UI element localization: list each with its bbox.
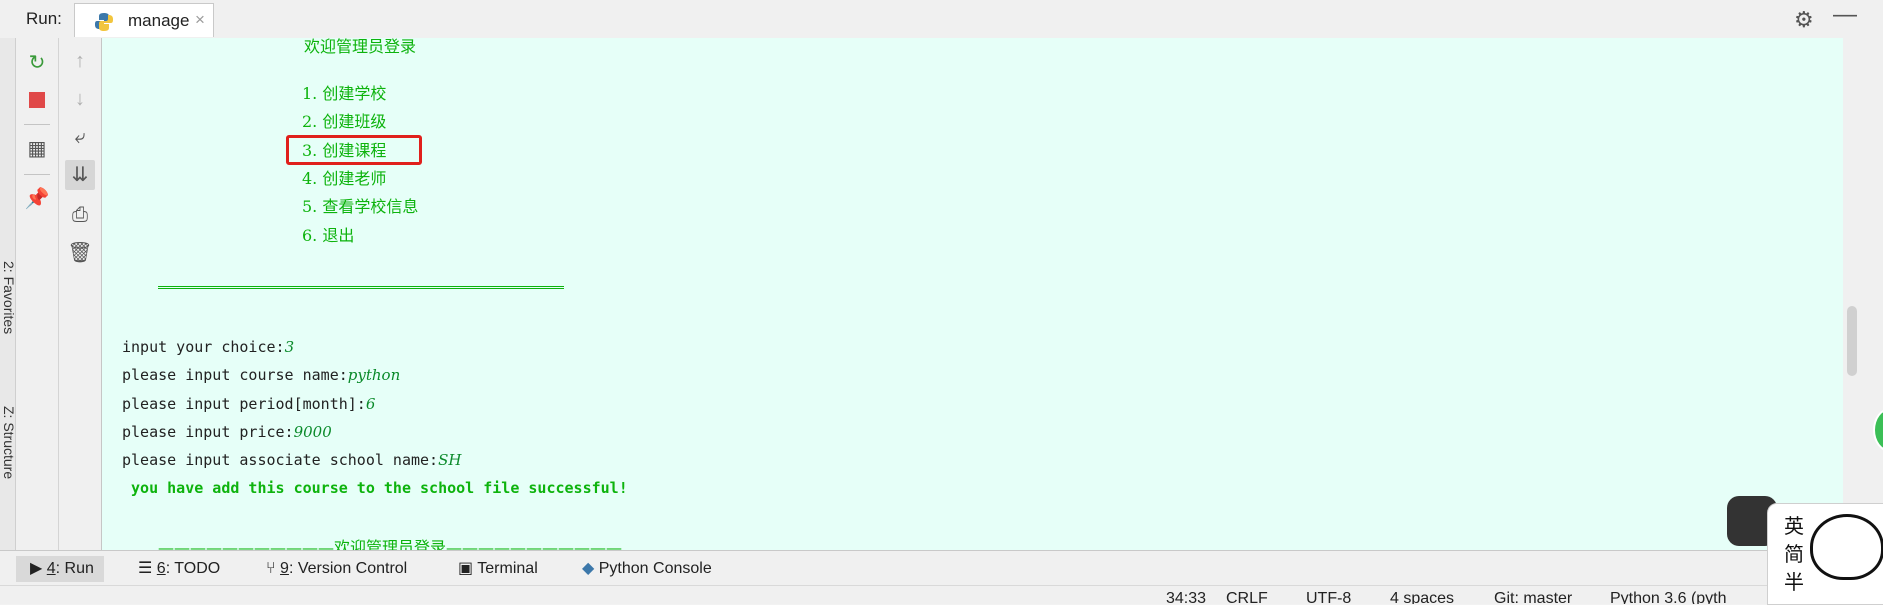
menu-item-2: 2. 创建班级 [302,112,387,131]
menu-item-5: 5. 查看学校信息 [302,197,419,216]
prompt-input: python [347,366,401,384]
ime-mode-text: 英简半 [1784,514,1804,594]
prompt-line: please input price:9000 [122,423,332,441]
indent-setting[interactable]: 4 spaces [1390,590,1454,604]
scrollbar-thumb[interactable] [1847,306,1857,376]
console-controls: ↑ ↓ ⤶ ⇊ ⎙ 🗑 [59,38,102,550]
tab-vc-label: : Version Control [288,560,408,577]
prompt-line: please input period[month]:6 [122,395,375,413]
list-icon: ☰ [138,560,157,577]
tab-vc-num: 9 [280,560,289,577]
prompt-label: please input associate school name: [122,451,439,469]
python-console-icon: ◆ [582,560,599,577]
terminal-icon: ▣ [458,560,478,577]
prompt-input: 3 [284,338,295,356]
structure-tab[interactable]: Z: Structure [1,406,17,516]
prompt-label: please input price: [122,423,294,441]
tab-python-console-label: Python Console [598,560,712,577]
cursor-position[interactable]: 34:33 [1166,590,1206,604]
play-icon: ▶ [30,560,47,577]
pin-icon[interactable]: 📌 [22,184,52,214]
prompt-label: input your choice: [122,338,285,356]
tab-version-control[interactable]: ⑂ 9: Version Control [266,556,407,582]
run-controls: ↻ ▦ 📌 [16,38,59,550]
prompt-line: please input course name:python [122,366,400,384]
tab-terminal[interactable]: ▣ Terminal [458,556,538,582]
console-output[interactable]: 欢迎管理员登录 1. 创建学校 2. 创建班级 3. 创建课程 4. 创建老师 … [102,38,1843,550]
print-icon[interactable]: ⎙ [65,200,95,230]
file-encoding[interactable]: UTF-8 [1306,590,1351,604]
menu-item-4: 4. 创建老师 [302,169,387,188]
stop-icon[interactable] [22,85,52,115]
tab-todo[interactable]: ☰ 6: TODO [138,556,220,582]
tab-run[interactable]: ▶ 4: Run [16,556,104,582]
prompt-input: 9000 [293,423,332,441]
separator [24,174,50,175]
minimize-button[interactable]: — [1833,1,1857,29]
status-bar: 34:33 CRLF UTF-8 4 spaces Git: master Py… [0,585,1883,604]
separator-line [158,286,564,289]
prompt-input: 6 [365,395,376,413]
up-arrow-icon[interactable]: ↑ [65,46,95,76]
tab-todo-num: 6 [156,560,166,577]
highlight-box [286,135,422,165]
tab-run-num: 4 [46,560,56,577]
prompt-label: please input course name: [122,366,348,384]
trash-icon[interactable]: 🗑 [65,238,95,268]
result-message: you have add this course to the school f… [122,479,628,497]
menu-item-6: 6. 退出 [302,226,355,245]
scrollbar-area [1843,38,1883,550]
python-interpreter[interactable]: Python 3.6 (pyth [1610,590,1727,604]
python-icon [95,13,113,31]
floating-badge-icon[interactable] [1873,408,1883,452]
console-partial-header: 欢迎管理员登录 [304,38,417,56]
next-banner: ———————————欢迎管理员登录——————————— [158,538,623,550]
ime-widget[interactable]: 英简半 [1767,503,1883,605]
left-tool-strip: 2: Favorites Z: Structure [0,38,17,550]
layout-icon[interactable]: ▦ [22,134,52,164]
vcs-icon: ⑂ [266,560,281,577]
menu-item-1: 1. 创建学校 [302,84,387,103]
rerun-icon[interactable]: ↻ [22,48,52,78]
tab-run-label: : Run [55,560,94,577]
prompt-label: please input period[month]: [122,395,366,413]
separator [24,124,50,125]
favorites-tab[interactable]: 2: Favorites [1,261,17,371]
prompt-line: please input associate school name:SH [122,451,461,469]
bottom-tool-tabs: ▶ 4: Run ☰ 6: TODO ⑂ 9: Version Control … [0,550,1883,586]
close-tab-icon[interactable]: × [195,10,205,30]
scroll-to-end-icon[interactable]: ⇊ [65,160,95,190]
mascot-face-icon [1810,514,1883,580]
tab-label: manage [128,11,190,30]
run-toolbar: Run: manage × ⚙ — [0,0,1883,39]
tab-manage[interactable]: manage × [74,3,214,37]
git-branch[interactable]: Git: master [1494,590,1572,604]
down-arrow-icon[interactable]: ↓ [65,84,95,114]
run-label: Run: [26,9,62,28]
prompt-line: input your choice:3 [122,338,294,356]
prompt-input: SH [438,451,462,469]
soft-wrap-icon[interactable]: ⤶ [65,122,95,152]
tab-terminal-label: Terminal [477,560,538,577]
tab-todo-label: : TODO [165,560,221,577]
line-separator[interactable]: CRLF [1226,590,1268,604]
gear-icon[interactable]: ⚙ [1794,7,1814,33]
tab-python-console[interactable]: ◆ Python Console [582,556,712,582]
